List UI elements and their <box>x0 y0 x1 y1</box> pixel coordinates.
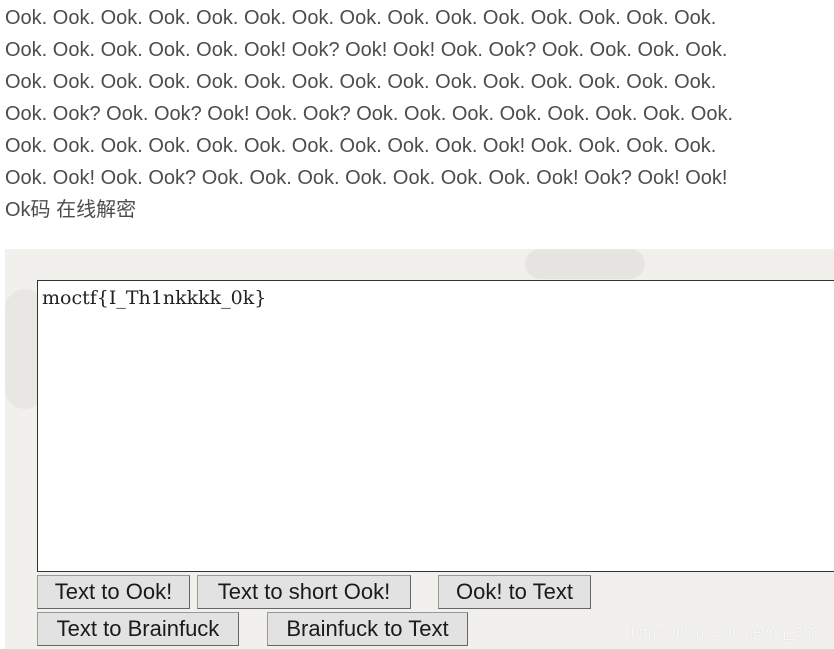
text-to-ook-button[interactable]: Text to Ook! <box>37 575 190 609</box>
text-to-short-ook-button[interactable]: Text to short Ook! <box>197 575 411 609</box>
decoder-screenshot: moctf{I_Th1nkkkk_0k} Text to Ook! Text t… <box>5 249 834 649</box>
background-texture <box>525 249 645 279</box>
ook-code-line: Ook. Ook. Ook. Ook. Ook. Ook. Ook. Ook. … <box>5 71 717 93</box>
ook-code-line: Ook. Ook. Ook. Ook. Ook. Ook. Ook. Ook. … <box>5 7 717 29</box>
ook-code-block: Ook. Ook. Ook. Ook. Ook. Ook. Ook. Ook. … <box>5 2 830 226</box>
ook-code-line: Ook. Ook. Ook. Ook. Ook. Ook! Ook? Ook! … <box>5 39 728 61</box>
ook-code-line: Ook. Ook. Ook. Ook. Ook. Ook. Ook. Ook. … <box>5 135 717 157</box>
decoder-output-textarea[interactable]: moctf{I_Th1nkkkk_0k} <box>37 280 834 572</box>
text-to-brainfuck-button[interactable]: Text to Brainfuck <box>37 612 239 646</box>
decode-caption: Ok码 在线解密 <box>5 199 137 221</box>
ook-code-line: Ook. Ook! Ook. Ook? Ook. Ook. Ook. Ook. … <box>5 167 728 189</box>
blog-page: Ook. Ook. Ook. Ook. Ook. Ook. Ook. Ook. … <box>0 0 834 649</box>
ook-code-line: Ook. Ook? Ook. Ook? Ook! Ook. Ook? Ook. … <box>5 103 734 125</box>
brainfuck-to-text-button[interactable]: Brainfuck to Text <box>267 612 468 646</box>
watermark: https://blog.csdn.net/qq_368 <box>631 624 820 641</box>
ook-to-text-button[interactable]: Ook! to Text <box>438 575 591 609</box>
